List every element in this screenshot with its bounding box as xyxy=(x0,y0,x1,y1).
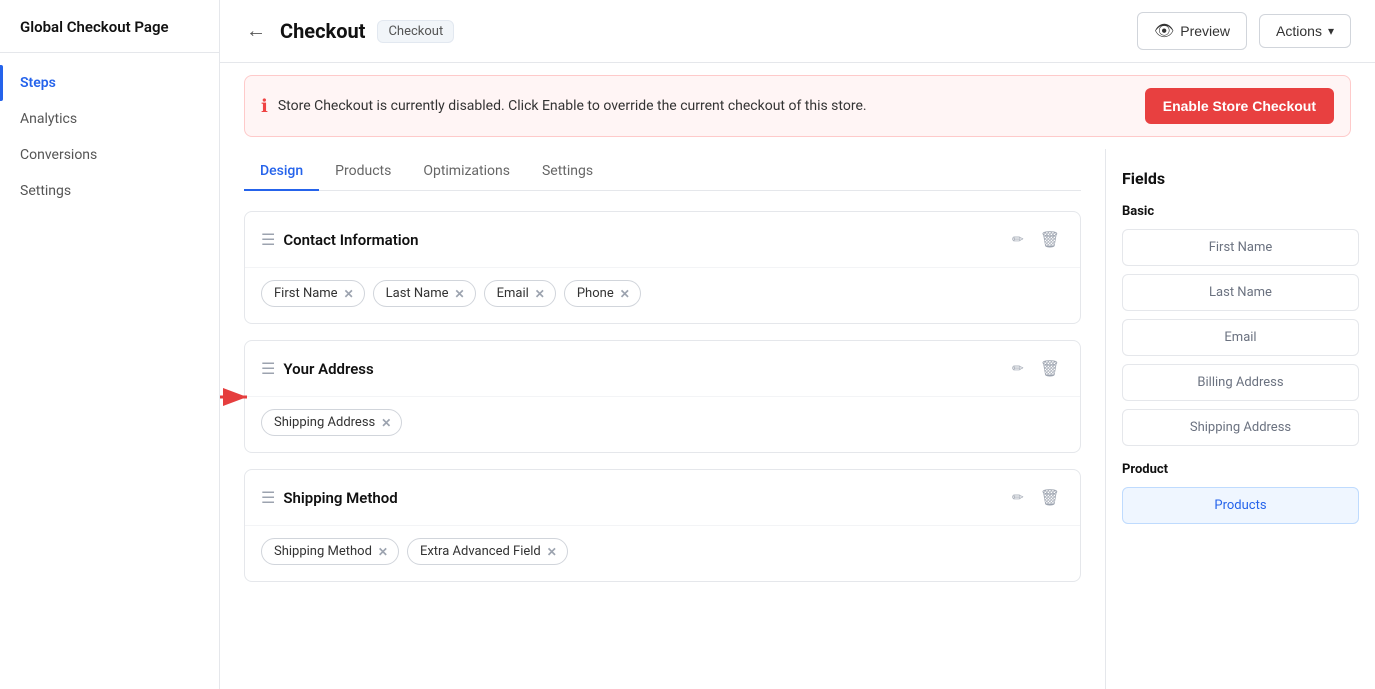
field-tag-first-name: First Name ✕ xyxy=(261,280,365,307)
section-contact-information: ☰ Contact Information ✏ 🗑 First Name ✕ L… xyxy=(244,211,1081,324)
delete-contact-information-icon[interactable]: 🗑 xyxy=(1036,226,1064,253)
delete-shipping-method-icon[interactable]: 🗑 xyxy=(1036,484,1064,511)
field-option-shipping-address[interactable]: Shipping Address xyxy=(1122,409,1359,446)
field-option-first-name[interactable]: First Name xyxy=(1122,229,1359,266)
fields-product-section: Product Products xyxy=(1122,462,1359,524)
preview-button[interactable]: 👁 Preview xyxy=(1137,12,1247,50)
remove-phone[interactable]: ✕ xyxy=(620,287,630,301)
content-area: Design Products Optimizations Settings xyxy=(220,149,1375,689)
drag-icon-2: ☰ xyxy=(261,359,275,378)
section-contact-information-title: Contact Information xyxy=(283,231,1000,249)
your-address-wrapper: ☰ Your Address ✏ 🗑 Shipping Address ✕ xyxy=(244,340,1081,453)
design-area: Design Products Optimizations Settings xyxy=(220,149,1105,689)
tabs: Design Products Optimizations Settings xyxy=(244,149,1081,191)
alert-icon: ℹ xyxy=(261,96,268,117)
sidebar-title: Global Checkout Page xyxy=(0,0,219,53)
field-option-last-name[interactable]: Last Name xyxy=(1122,274,1359,311)
field-tag-shipping-method: Shipping Method ✕ xyxy=(261,538,399,565)
enable-store-checkout-button[interactable]: Enable Store Checkout xyxy=(1145,88,1334,124)
tab-design[interactable]: Design xyxy=(244,153,319,191)
alert-text: Store Checkout is currently disabled. Cl… xyxy=(278,98,1135,114)
section-contact-information-header: ☰ Contact Information ✏ 🗑 xyxy=(245,212,1080,267)
drag-icon: ☰ xyxy=(261,230,275,249)
remove-email[interactable]: ✕ xyxy=(535,287,545,301)
fields-basic-label: Basic xyxy=(1122,204,1359,219)
fields-panel: Fields Basic First Name Last Name Email … xyxy=(1105,149,1375,689)
remove-shipping-method[interactable]: ✕ xyxy=(378,545,388,559)
fields-panel-title: Fields xyxy=(1122,169,1359,188)
section-shipping-method: ☰ Shipping Method ✏ 🗑 Shipping Method ✕ … xyxy=(244,469,1081,582)
drag-icon-3: ☰ xyxy=(261,488,275,507)
section-shipping-method-header: ☰ Shipping Method ✏ 🗑 xyxy=(245,470,1080,525)
sidebar: Global Checkout Page Steps Analytics Con… xyxy=(0,0,220,689)
section-your-address-body: Shipping Address ✕ xyxy=(245,396,1080,452)
back-button[interactable]: ← xyxy=(244,18,268,45)
sidebar-nav: Steps Analytics Conversions Settings xyxy=(0,53,219,221)
field-tag-email: Email ✕ xyxy=(484,280,556,307)
eye-icon: 👁 xyxy=(1154,21,1174,41)
field-tag-last-name: Last Name ✕ xyxy=(373,280,476,307)
section-contact-information-body: First Name ✕ Last Name ✕ Email ✕ Phone xyxy=(245,267,1080,323)
section-your-address: ☰ Your Address ✏ 🗑 Shipping Address ✕ xyxy=(244,340,1081,453)
top-header: ← Checkout Checkout 👁 Preview Actions ▾ xyxy=(220,0,1375,63)
sidebar-item-steps[interactable]: Steps xyxy=(0,65,219,101)
delete-your-address-icon[interactable]: 🗑 xyxy=(1036,355,1064,382)
sidebar-item-settings[interactable]: Settings xyxy=(0,173,219,209)
field-tag-phone: Phone ✕ xyxy=(564,280,641,307)
field-tag-shipping-address: Shipping Address ✕ xyxy=(261,409,402,436)
fields-product-label: Product xyxy=(1122,462,1359,477)
tab-settings[interactable]: Settings xyxy=(526,153,609,191)
field-option-billing-address[interactable]: Billing Address xyxy=(1122,364,1359,401)
section-shipping-method-body: Shipping Method ✕ Extra Advanced Field ✕ xyxy=(245,525,1080,581)
page-title: Checkout xyxy=(280,19,365,43)
remove-first-name[interactable]: ✕ xyxy=(344,287,354,301)
section-shipping-method-title: Shipping Method xyxy=(283,489,1000,507)
main-content: ← Checkout Checkout 👁 Preview Actions ▾ … xyxy=(220,0,1375,689)
field-tag-extra-advanced-field: Extra Advanced Field ✕ xyxy=(407,538,568,565)
remove-last-name[interactable]: ✕ xyxy=(455,287,465,301)
sidebar-item-analytics[interactable]: Analytics xyxy=(0,101,219,137)
field-option-email[interactable]: Email xyxy=(1122,319,1359,356)
tab-products[interactable]: Products xyxy=(319,153,407,191)
chevron-down-icon: ▾ xyxy=(1328,24,1334,38)
page-badge: Checkout xyxy=(377,20,454,43)
section-your-address-header: ☰ Your Address ✏ 🗑 xyxy=(245,341,1080,396)
alert-banner: ℹ Store Checkout is currently disabled. … xyxy=(244,75,1351,137)
tab-optimizations[interactable]: Optimizations xyxy=(407,153,526,191)
edit-shipping-method-icon[interactable]: ✏ xyxy=(1008,486,1028,510)
section-your-address-title: Your Address xyxy=(283,360,1000,378)
sidebar-item-conversions[interactable]: Conversions xyxy=(0,137,219,173)
remove-shipping-address[interactable]: ✕ xyxy=(381,416,391,430)
actions-button[interactable]: Actions ▾ xyxy=(1259,14,1351,48)
edit-your-address-icon[interactable]: ✏ xyxy=(1008,357,1028,381)
remove-extra-advanced-field[interactable]: ✕ xyxy=(547,545,557,559)
edit-contact-information-icon[interactable]: ✏ xyxy=(1008,228,1028,252)
field-option-products[interactable]: Products xyxy=(1122,487,1359,524)
